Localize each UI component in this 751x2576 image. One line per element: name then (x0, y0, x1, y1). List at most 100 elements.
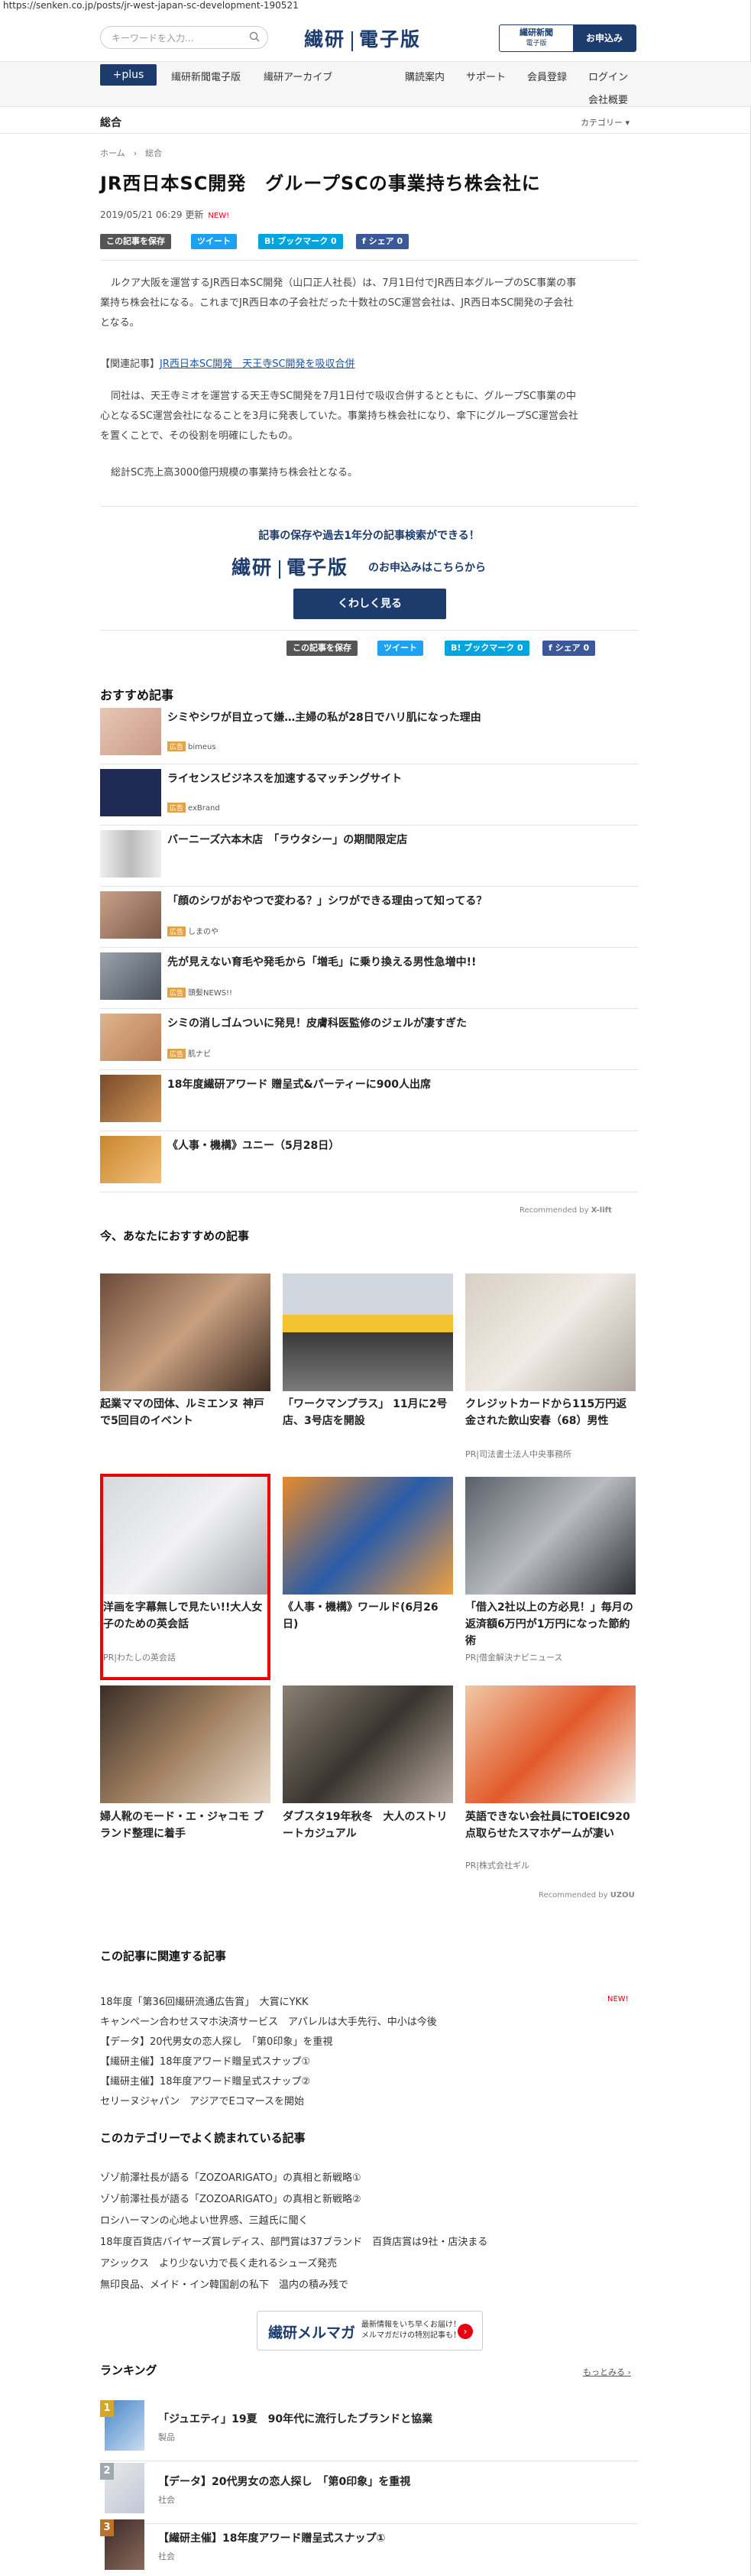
ranking-title: ランキング (100, 2363, 157, 2377)
related-link[interactable]: キャンペーン合わせスマホ決済サービス アパレルは大手先行、中小は今後 (100, 2013, 638, 2028)
thumbnail-image[interactable] (465, 1477, 636, 1595)
search-input[interactable]: キーワードを入力... (100, 26, 268, 49)
popular-link[interactable]: ロシハーマンの心地よい世界感、三越氏に聞く (100, 2212, 638, 2227)
list-item[interactable]: 「顔のシワがおやつで変わる？」シワができる理由って知ってる？ 広告 しまのや (100, 887, 638, 948)
list-item-title: シミの消しゴムついに発見！皮膚科医監修のジェルが凄すぎた (167, 1017, 467, 1030)
facebook-share-button-bottom[interactable]: f シェア 0 (542, 641, 596, 656)
nav-item-archive[interactable]: 繊研アーカイブ (264, 69, 332, 83)
powered-label: Recommended by (520, 1206, 589, 1215)
divider (100, 630, 638, 631)
sponsor-name: PR|借金解決ナビニュース (465, 1653, 563, 1663)
nav-item-company[interactable]: 会社概要 (588, 92, 628, 106)
card-title[interactable]: 英語できない会社員にTOEIC920点取らせたスマホゲームが凄い (465, 1809, 636, 1842)
popular-link[interactable]: 無印良品、メイド・イン韓国創の私下 温内の積み残で (100, 2276, 638, 2291)
recommend-powered[interactable]: Recommended by X-lift (520, 1206, 612, 1215)
card-title[interactable]: 婦人靴のモード・エ・ジャコモ ブランド整理に着手 (100, 1809, 270, 1842)
logo-right: 電子版 (359, 28, 422, 50)
ranking-item-title: 【繊研主催】18年度アワード贈呈式スナップ① (158, 2532, 386, 2545)
logo-divider (351, 31, 354, 51)
new-badge: NEW! (208, 212, 230, 220)
page: https://senken.co.jp/posts/jr-west-japan… (0, 0, 751, 2576)
related-link[interactable]: セリーヌジャパン アジアでEコマースを開始 (100, 2093, 638, 2107)
card-title[interactable]: クレジットカードから115万円返金された飲山安春（68）男性 (465, 1396, 636, 1429)
card-title[interactable]: 《人事・機構》ワールド(6月26日) (283, 1599, 453, 1633)
newsletter-banner[interactable]: 繊研メルマガ 最新情報をいち早くお届け！ メルマガだけの特別記事も！ › (257, 2311, 483, 2351)
for-you-powered[interactable]: Recommended by UZOU (539, 1891, 635, 1900)
site-logo[interactable]: 繊研 電子版 (304, 24, 421, 52)
article-paragraph-1: ルクア大阪を運営するJR西日本SC開発（山口正人社長）は、7月1日付でJR西日本… (100, 274, 638, 333)
facebook-share-button[interactable]: f シェア 0 (356, 234, 409, 249)
thumbnail-image (100, 1136, 161, 1183)
related-link[interactable]: 18年度「第36回繊研流通広告賞」 大賞にYKK (100, 1994, 638, 2008)
promo-headline: 記事の保存や過去1年分の記事検索ができる！ (258, 530, 480, 542)
list-item[interactable]: 18年度繊研アワード 贈呈式&パーティーに900人出席 (100, 1070, 638, 1131)
powered-brand: UZOU (610, 1891, 635, 1900)
list-item[interactable]: 先が見えない育毛や発毛から「増毛」に乗り換える男性急増中!! 広告 頭髪NEWS!… (100, 948, 638, 1009)
card-title[interactable]: 「借入2社以上の方必見！」毎月の返済額6万円が1万円になった節約術 (465, 1599, 636, 1650)
related-link[interactable]: 【繊研主催】18年度アワード贈呈式スナップ② (100, 2073, 638, 2088)
promo-logo-left: 繊研 (231, 556, 274, 579)
plus-button[interactable]: +plus (100, 64, 157, 86)
thumbnail-image[interactable] (283, 1685, 453, 1803)
thumbnail-image (100, 1014, 161, 1061)
hatena-bookmark-button-bottom[interactable]: B! ブックマーク 0 (445, 641, 529, 656)
hatena-bookmark-button[interactable]: B! ブックマーク 0 (258, 234, 343, 249)
breadcrumb[interactable]: ホーム › 総合 (100, 147, 162, 159)
list-item-title: 「顔のシワがおやつで変わる？」シワができる理由って知ってる？ (167, 895, 487, 907)
thumbnail-image[interactable] (465, 1685, 636, 1803)
apply-box[interactable]: 繊研新聞 電子版 お申込み (499, 24, 636, 52)
divider (100, 506, 638, 507)
card-title[interactable]: 起業ママの団体、ルミエンヌ 神戸で5回目のイベント (100, 1396, 270, 1429)
thumbnail-image (100, 1075, 161, 1122)
save-article-button-bottom[interactable]: この記事を保存 (286, 641, 358, 656)
divider (100, 260, 638, 261)
tweet-button[interactable]: ツイート (191, 234, 237, 249)
tweet-button-bottom[interactable]: ツイート (377, 641, 423, 656)
article-paragraph-3: 総計SC売上高3000億円規模の事業持ち株会社となる。 (111, 467, 358, 479)
promo-details-button[interactable]: くわしく見る (293, 589, 446, 619)
thumbnail-image[interactable] (283, 1477, 453, 1595)
card-title[interactable]: ダブスタ19年秋冬 大人のストリートカジュアル (283, 1809, 453, 1842)
promo-logo-right: 電子版 (286, 556, 349, 579)
nav-item-login[interactable]: ログイン (588, 69, 628, 83)
ranking-row[interactable]: 1 「ジュエティ」19夏 90年代に流行したブランドと協業 製品 (100, 2400, 638, 2461)
related-link[interactable]: 【繊研主催】18年度アワード贈呈式スナップ① (100, 2053, 638, 2068)
paragraph-line: 同社は、天王寺ミオを運営する天王寺SC開発を7月1日付で吸収合併するとともに、グ… (111, 391, 577, 402)
list-item-title: シミやシワが目立って嫌…主婦の私が28日でハリ肌になった理由 (167, 712, 481, 724)
category-menu[interactable]: カテゴリー ▾ (581, 116, 630, 128)
thumbnail-image (100, 769, 161, 816)
thumbnail-image[interactable] (283, 1273, 453, 1391)
card-title[interactable]: 「ワークマンプラス」 11月に2号店、3号店を開設 (283, 1396, 453, 1429)
list-item[interactable]: シミやシワが目立って嫌…主婦の私が28日でハリ肌になった理由 広告 bimeus (100, 703, 638, 764)
search-icon[interactable] (249, 31, 260, 42)
sponsor-name: exBrand (188, 804, 220, 813)
list-item[interactable]: バーニーズ六本木店 「ラウタシー」の期間限定店 (100, 826, 638, 887)
list-item[interactable]: 《人事・機構》ユニー（5月28日） (100, 1131, 638, 1192)
ranking-more-link[interactable]: もっとみる › (583, 2366, 631, 2378)
related-link[interactable]: 【データ】20代男女の恋人探し 「第0印象」を重視 (100, 2033, 638, 2048)
sponsor: 広告 頭髪NEWS!! (167, 986, 232, 998)
logo-left: 繊研 (304, 28, 346, 50)
popular-link[interactable]: ゾゾ前澤社長が語る「ZOZOARIGATO」の真相と新戦略② (100, 2191, 638, 2205)
apply-button[interactable]: お申込み (573, 25, 636, 51)
popular-link[interactable]: 18年度百貨店バイヤーズ賞レディス、部門賞は37ブランド 百貨店賞は9社・店決ま… (100, 2234, 638, 2248)
save-article-button[interactable]: この記事を保存 (100, 234, 171, 249)
nav-item-support[interactable]: サポート (466, 69, 506, 83)
ranking-row[interactable]: 2 【データ】20代男女の恋人探し 「第0印象」を重視 社会 (100, 2463, 638, 2524)
nav-item-register[interactable]: 会員登録 (527, 69, 567, 83)
thumbnail-image[interactable] (100, 1685, 270, 1803)
thumbnail-image[interactable] (100, 1273, 270, 1391)
apply-label-sub: 電子版 (526, 40, 547, 47)
list-item[interactable]: ライセンスビジネスを加速するマッチングサイト 広告 exBrand (100, 764, 638, 826)
list-item-title: 先が見えない育毛や発毛から「増毛」に乗り換える男性急増中!! (167, 956, 477, 968)
nav-item-epaper[interactable]: 繊研新聞電子版 (171, 69, 241, 83)
thumbnail-image[interactable] (465, 1273, 636, 1391)
ranking-row[interactable]: 3 【繊研主催】18年度アワード贈呈式スナップ① 社会 (100, 2519, 638, 2576)
popular-link[interactable]: ゾゾ前澤社長が語る「ZOZOARIGATO」の真相と新戦略① (100, 2169, 638, 2184)
related-title: この記事に関連する記事 (100, 1949, 227, 1963)
list-item[interactable]: シミの消しゴムついに発見！皮膚科医監修のジェルが凄すぎた 広告 肌ナビ (100, 1009, 638, 1070)
ranking-item-title: 「ジュエティ」19夏 90年代に流行したブランドと協業 (158, 2413, 433, 2425)
related-article-link[interactable]: JR西日本SC開発 天王寺SC開発を吸収合併 (160, 358, 355, 370)
nav-item-subscribe[interactable]: 購読案内 (405, 69, 445, 83)
popular-link[interactable]: アシックス より少ない力で長く走れるシューズ発売 (100, 2255, 638, 2269)
